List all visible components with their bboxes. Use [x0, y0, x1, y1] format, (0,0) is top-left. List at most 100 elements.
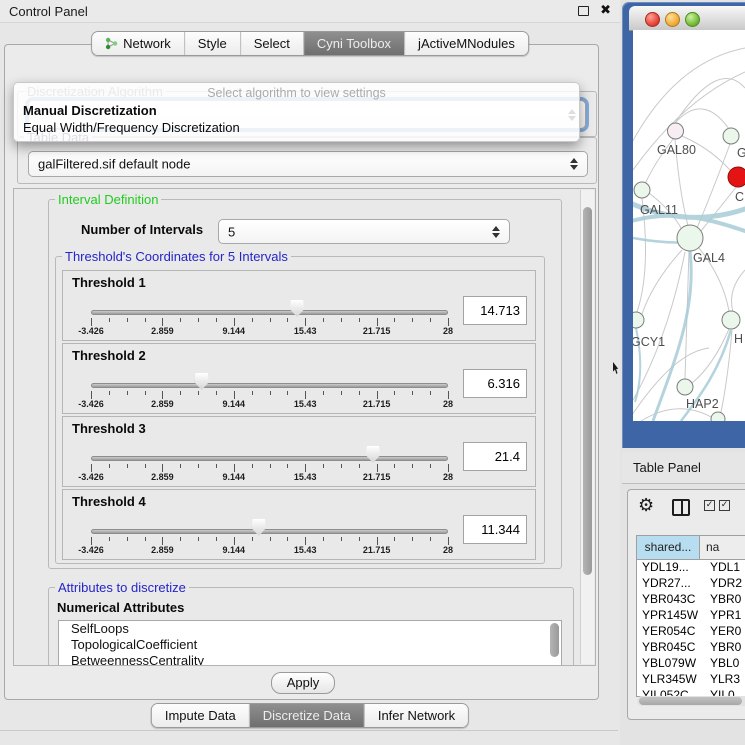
attribute-list-item[interactable]: BetweennessCentrality [59, 653, 561, 666]
network-icon [105, 37, 118, 50]
network-node[interactable] [634, 182, 650, 198]
threshold-value-field[interactable]: 6.316 [463, 369, 527, 398]
network-node[interactable] [677, 379, 693, 395]
node-label: C [735, 190, 744, 204]
network-window-titlebar[interactable] [629, 6, 745, 31]
algorithm-option-equal-width-frequency-discretization[interactable]: Equal Width/Frequency Discretization [23, 120, 240, 135]
cell-shared-name: YBR045C [637, 640, 705, 656]
slider-track[interactable] [91, 383, 448, 388]
table-row[interactable]: YBL079WYBL0 [637, 656, 745, 672]
minimize-traffic-light[interactable] [665, 12, 680, 27]
threshold-panel: Threshold 3 -3.4262.8599.14415.4321.71528… [62, 416, 536, 487]
gear-icon[interactable]: ⚙ [638, 495, 654, 516]
close-icon[interactable]: ✖ [600, 3, 611, 18]
apply-button[interactable]: Apply [271, 672, 335, 694]
settings-scrollbar[interactable] [580, 190, 594, 664]
network-node[interactable] [722, 311, 740, 329]
cell-name: YDR2 [705, 576, 745, 592]
threshold-value-field[interactable]: 14.713 [463, 296, 527, 325]
scrollbar-thumb[interactable] [639, 697, 742, 705]
threshold-value-field[interactable]: 11.344 [463, 515, 527, 544]
network-window[interactable]: GAL80 GA C GAL11 GAL4 GCY1 H HAP2 [622, 2, 745, 448]
scrollbar-thumb[interactable] [583, 207, 592, 575]
tab-style[interactable]: Style [184, 32, 240, 55]
tab-discretize-data[interactable]: Discretize Data [249, 704, 364, 727]
tab-label: Discretize Data [263, 708, 351, 723]
attributes-listbox[interactable]: SelfLoopsTopologicalCoefficientBetweenne… [58, 620, 562, 666]
column-header-shared[interactable]: shared... [637, 536, 700, 559]
tab-cyni-toolbox[interactable]: Cyni Toolbox [303, 32, 404, 55]
slider-track[interactable] [91, 529, 448, 534]
tab-infer-network[interactable]: Infer Network [364, 704, 468, 727]
network-node[interactable] [723, 128, 739, 144]
threshold-value-field[interactable]: 21.4 [463, 442, 527, 471]
cell-name: YLR3 [705, 672, 745, 688]
table-row[interactable]: YDL19...YDL1 [637, 560, 745, 576]
cyni-toolbox-pane: Discretization Algorithm Table Data galF… [4, 44, 599, 700]
network-node[interactable] [633, 312, 644, 328]
numerical-attributes-label: Numerical Attributes [57, 600, 184, 615]
threshold-label: Threshold 3 [72, 421, 146, 436]
column-layout-icon[interactable] [672, 499, 690, 516]
slider-track[interactable] [91, 456, 448, 461]
num-intervals-combobox[interactable]: 5 [218, 219, 510, 244]
cell-shared-name: YPR145W [637, 608, 705, 624]
table-row[interactable]: YLR345WYLR3 [637, 672, 745, 688]
close-traffic-light[interactable] [645, 12, 660, 27]
table-row[interactable]: YPR145WYPR1 [637, 608, 745, 624]
cell-shared-name: YBR043C [637, 592, 705, 608]
control-panel-title: Control Panel [9, 4, 88, 19]
table-row[interactable]: YBR045CYBR0 [637, 640, 745, 656]
combo-arrows-icon [570, 158, 578, 170]
cyni-bottom-tabs: Impute Data Discretize Data Infer Network [151, 703, 469, 728]
table-hscrollbar[interactable] [637, 696, 745, 706]
cell-shared-name: YDL19... [637, 560, 705, 576]
algorithm-dropdown-popup: Select algorithm to view settings Manual … [13, 82, 580, 142]
threshold-label: Threshold 4 [72, 494, 146, 509]
network-canvas[interactable]: GAL80 GA C GAL11 GAL4 GCY1 H HAP2 [633, 30, 745, 421]
control-panel-titlebar: Control Panel ✖ [0, 0, 620, 23]
tab-label: Network [123, 36, 171, 51]
table-row[interactable]: YBR043CYBR0 [637, 592, 745, 608]
tab-network[interactable]: Network [92, 32, 184, 55]
table-data-combobox[interactable]: galFiltered.sif default node [28, 151, 588, 177]
checkbox-icon[interactable]: ✓ [719, 500, 730, 511]
control-panel-tabs: Network Style Select Cyni Toolbox jActiveMNo… [91, 31, 529, 56]
table-row[interactable]: YDR27...YDR2 [637, 576, 745, 592]
node-label: GA [737, 146, 745, 160]
network-node[interactable] [668, 123, 684, 139]
network-node-selected[interactable] [728, 167, 745, 187]
table-panel: ⚙ ✓ ✓ shared... na YDL19...YDL1YDR27...Y… [627, 489, 745, 720]
tab-label: Select [254, 36, 290, 51]
tab-jactivemnodules[interactable]: jActiveMNodules [404, 32, 528, 55]
algorithm-prompt-option[interactable]: Select algorithm to view settings [14, 86, 579, 100]
tab-impute-data[interactable]: Impute Data [152, 704, 249, 727]
network-node[interactable] [677, 225, 703, 251]
node-label: GAL4 [693, 251, 725, 265]
tab-label: Cyni Toolbox [317, 36, 391, 51]
attribute-list-item[interactable]: SelfLoops [59, 621, 561, 637]
float-window-icon[interactable] [578, 6, 589, 16]
slider: -3.4262.8599.14415.4321.71528 [91, 518, 448, 558]
network-graph: GAL80 GA C GAL11 GAL4 GCY1 H HAP2 [633, 30, 745, 421]
attribute-list-item[interactable]: TopologicalCoefficient [59, 637, 561, 653]
algorithm-option-manual-discretization[interactable]: Manual Discretization [23, 103, 157, 118]
slider-scale-labels: -3.4262.8599.14415.4321.71528 [91, 399, 448, 411]
network-node[interactable] [711, 412, 725, 421]
panel-divider [0, 730, 618, 731]
tab-select[interactable]: Select [240, 32, 303, 55]
column-header-name[interactable]: na [700, 536, 745, 559]
settings-scrollpane: Interval Definition Number of Intervals … [13, 188, 596, 666]
zoom-traffic-light[interactable] [685, 12, 700, 27]
threshold-panel: Threshold 4 -3.4262.8599.14415.4321.71528… [62, 489, 536, 560]
application-window: Control Panel ✖ Network Style Select Cyni T… [0, 0, 745, 745]
node-label: GAL80 [657, 143, 696, 157]
cell-name: YBL0 [705, 656, 745, 672]
list-scrollbar[interactable] [550, 623, 559, 657]
slider: -3.4262.8599.14415.4321.71528 [91, 299, 448, 339]
slider: -3.4262.8599.14415.4321.71528 [91, 445, 448, 485]
attributes-group: Attributes to discretize Numerical Attri… [48, 587, 574, 666]
table-row[interactable]: YER054CYER0 [637, 624, 745, 640]
checkbox-icon[interactable]: ✓ [704, 500, 715, 511]
slider-track[interactable] [91, 310, 448, 315]
